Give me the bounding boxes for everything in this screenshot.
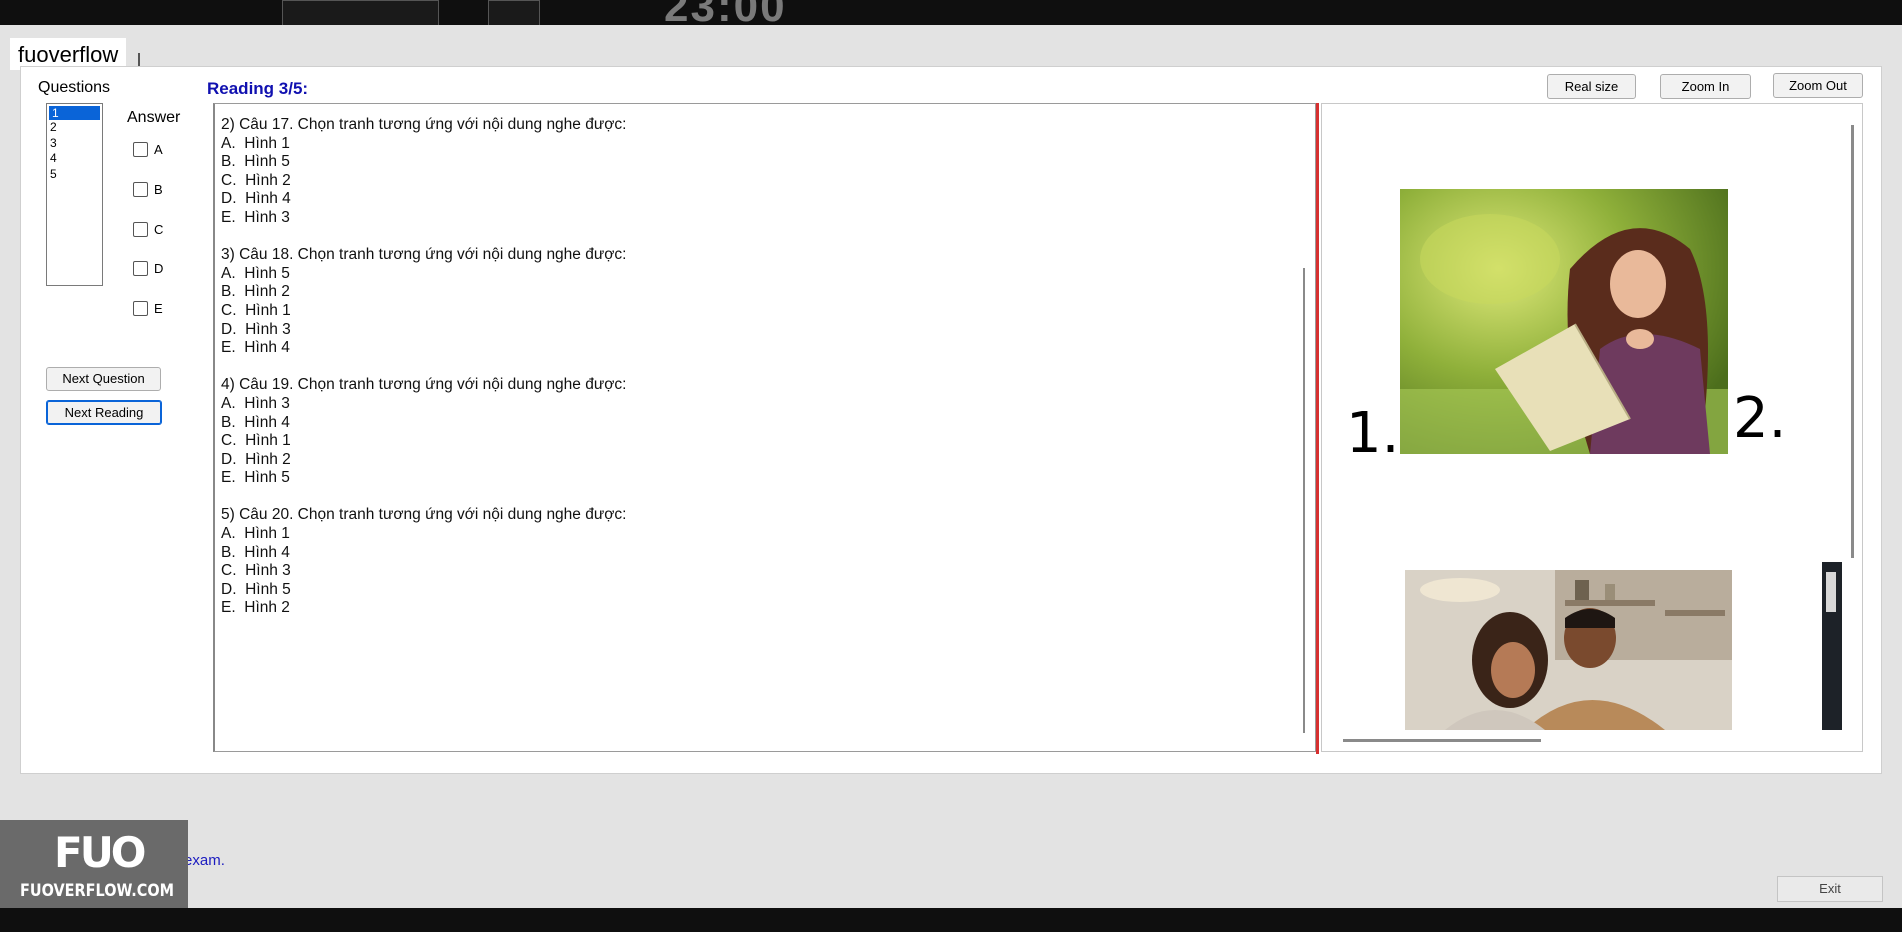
option-label: E [154, 301, 163, 316]
question-list-item[interactable]: 4 [47, 151, 102, 167]
question-choice: E. Hình 2 [221, 599, 290, 617]
question-header: 2) Câu 17. Chọn tranh tương ứng với nội … [221, 116, 627, 133]
exit-button[interactable]: Exit [1777, 876, 1883, 902]
answer-option-b[interactable]: B [133, 182, 163, 197]
option-label: C [154, 222, 164, 237]
question-choice: C. Hình 1 [221, 301, 291, 319]
question-header: 4) Câu 19. Chọn tranh tương ứng với nội … [221, 376, 627, 394]
question-list-item[interactable]: 2 [47, 120, 102, 136]
answer-option-a[interactable]: A [133, 142, 163, 157]
option-label: A [154, 142, 163, 157]
answer-label: Answer [127, 109, 181, 126]
question-choice: A. Hình 5 [221, 264, 290, 282]
next-question-button[interactable]: Next Question [46, 367, 161, 391]
question-choice: C. Hình 1 [221, 432, 291, 450]
picture-highlight [1826, 572, 1836, 612]
question-choice: B. Hình 4 [221, 543, 290, 561]
answer-option-d[interactable]: D [133, 261, 163, 276]
question-choice: A. Hình 1 [221, 525, 290, 543]
image-vertical-scrollbar[interactable] [1851, 125, 1854, 558]
zoom-out-button[interactable]: Zoom Out [1773, 73, 1863, 98]
question-choice: A. Hình 3 [221, 394, 290, 412]
question-header: 5) Câu 20. Chọn tranh tương ứng với nội … [221, 506, 627, 524]
question-list-item[interactable]: 1 [49, 106, 100, 120]
question-list-item[interactable]: 5 [47, 167, 102, 183]
question-choice: E. Hình 4 [221, 339, 290, 357]
question-block: 2) Câu 17. Chọn tranh tương ứng với nội … [221, 116, 1301, 228]
checkbox[interactable] [133, 222, 148, 237]
option-label: D [154, 261, 164, 276]
question-text: 2) Câu 17. Chọn tranh tương ứng với nội … [221, 116, 1301, 637]
question-choice: E. Hình 3 [221, 208, 290, 226]
question-choice: D. Hình 2 [221, 450, 291, 468]
question-choice: B. Hình 5 [221, 153, 290, 171]
answer-option-e[interactable]: E [133, 301, 163, 316]
picture-woman-reading [1400, 189, 1728, 454]
checkbox[interactable] [133, 261, 148, 276]
question-choice: B. Hình 2 [221, 283, 290, 301]
question-block: 3) Câu 18. Chọn tranh tương ứng với nội … [221, 246, 1301, 358]
image-label-1: 1. [1346, 401, 1400, 466]
question-choice: E. Hình 5 [221, 469, 290, 487]
question-block: 4) Câu 19. Chọn tranh tương ứng với nội … [221, 376, 1301, 488]
panel-splitter[interactable] [1316, 103, 1319, 754]
question-list[interactable]: 1 2 3 4 5 [46, 103, 103, 286]
real-size-button[interactable]: Real size [1547, 74, 1636, 99]
reading-title: Reading 3/5: [207, 79, 309, 98]
question-header: 3) Câu 18. Chọn tranh tương ứng với nội … [221, 246, 627, 264]
question-choice: D. Hình 4 [221, 190, 291, 208]
checkbox[interactable] [133, 142, 148, 157]
logo-mark: FUO [54, 828, 146, 877]
picture-partial [1822, 562, 1842, 730]
image-horizontal-scrollbar[interactable] [1343, 739, 1541, 742]
top-dropdown[interactable] [282, 0, 439, 25]
image-label-2: 2. [1733, 386, 1787, 451]
zoom-in-button[interactable]: Zoom In [1660, 74, 1751, 99]
timer: 23:00 [664, 0, 787, 25]
answer-option-c[interactable]: C [133, 222, 163, 237]
checkbox[interactable] [133, 301, 148, 316]
top-bar: 23:00 [0, 0, 1902, 25]
question-choice: A. Hình 1 [221, 134, 290, 152]
watermark-logo: FUO FUOVERFLOW.COM [0, 820, 188, 908]
questions-label: Questions [38, 79, 111, 96]
question-block: 5) Câu 20. Chọn tranh tương ứng với nội … [221, 506, 1301, 618]
question-list-item[interactable]: 3 [47, 136, 102, 152]
logo-site: FUOVERFLOW.COM [20, 881, 175, 901]
checkbox[interactable] [133, 182, 148, 197]
next-reading-button[interactable]: Next Reading [46, 400, 162, 425]
option-label: B [154, 182, 163, 197]
question-choice: C. Hình 3 [221, 562, 291, 580]
bottom-bar [0, 908, 1902, 932]
question-choice: C. Hình 2 [221, 171, 291, 189]
picture-couple-laptop [1405, 570, 1732, 730]
question-choice: B. Hình 4 [221, 413, 290, 431]
question-choice: D. Hình 5 [221, 580, 291, 598]
question-choice: D. Hình 3 [221, 320, 291, 338]
text-scrollbar[interactable] [1303, 268, 1305, 733]
top-small-control[interactable] [488, 0, 540, 25]
